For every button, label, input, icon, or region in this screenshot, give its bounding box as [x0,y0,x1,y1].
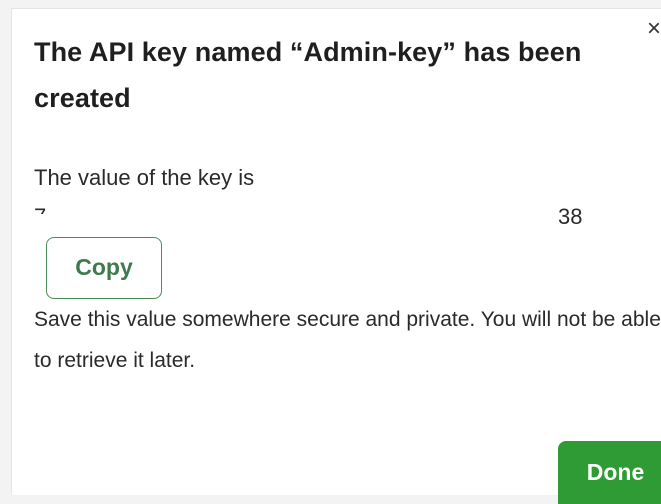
api-key-value: 7 38 [34,202,594,232]
api-key-value-end: 38 [558,204,583,229]
key-value-intro: The value of the key is [34,165,255,190]
copy-button[interactable]: Copy [46,237,162,299]
api-key-value-start: 7 [34,202,48,214]
save-warning: Save this value somewhere secure and pri… [34,308,661,372]
dialog-title: The API key named “Admin-key” has been c… [34,37,582,113]
api-key-created-dialog: × The API key named “Admin-key” has been… [11,8,661,504]
